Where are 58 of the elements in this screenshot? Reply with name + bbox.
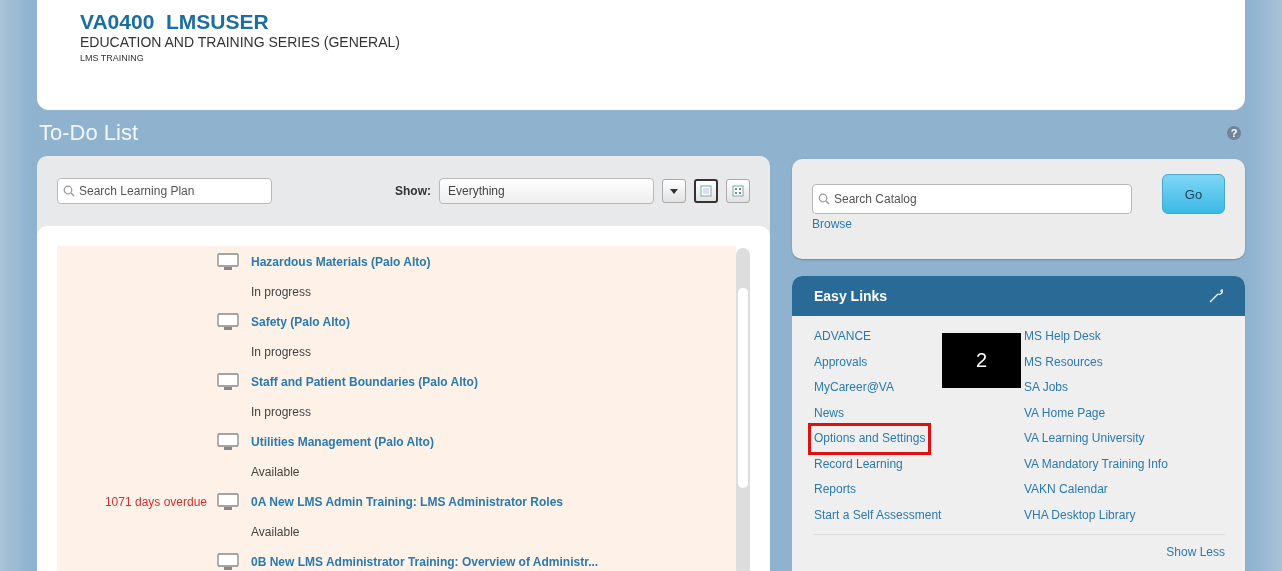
browse-link[interactable]: Browse — [812, 217, 852, 231]
search-icon — [818, 193, 830, 205]
easy-link[interactable]: VA Home Page — [1024, 400, 1106, 426]
course-status: In progress — [251, 285, 313, 299]
catalog-search-field[interactable]: Search Catalog — [812, 184, 1132, 214]
easy-link[interactable]: Approvals — [814, 349, 868, 375]
search-icon — [63, 185, 75, 197]
help-icon[interactable]: ? — [1227, 126, 1241, 140]
course-link[interactable]: Utilities Management (Palo Alto) — [251, 435, 736, 449]
caret-icon — [670, 188, 678, 194]
easy-link[interactable]: VA Mandatory Training Info — [1024, 451, 1168, 477]
user-title: VA0400 LMSUSER — [80, 10, 269, 34]
easy-link[interactable]: VAKN Calendar — [1024, 477, 1108, 503]
course-link[interactable]: Staff and Patient Boundaries (Palo Alto) — [251, 375, 736, 389]
department-caption: LMS TRAINING — [80, 52, 144, 65]
course-link[interactable]: 0B New LMS Administrator Training: Overview of Administr... — [251, 555, 736, 569]
course-status: In progress — [251, 345, 313, 359]
easy-link[interactable]: MS Resources — [1024, 349, 1103, 375]
easy-link[interactable]: VHA Desktop Library — [1024, 502, 1136, 528]
easy-link[interactable]: Reports — [814, 477, 857, 503]
course-status: Available — [251, 465, 301, 479]
show-label: Show: — [395, 184, 431, 198]
easy-link[interactable]: News — [814, 400, 844, 426]
easy-link[interactable]: Start a Self Assessment — [814, 502, 942, 528]
course-status: Available — [251, 525, 301, 539]
grid-view-button[interactable] — [726, 179, 750, 203]
course-link[interactable]: Hazardous Materials (Palo Alto) — [251, 255, 736, 269]
easy-link[interactable]: MyCareer@VA — [814, 375, 894, 401]
easy-links-title: Easy Links — [814, 288, 888, 304]
search-field[interactable]: Search Learning Plan — [57, 178, 272, 204]
easy-link[interactable]: VA Learning University — [1024, 426, 1145, 452]
monitor-icon — [217, 313, 239, 331]
monitor-icon — [217, 373, 239, 391]
monitor-icon — [217, 433, 239, 451]
list-icon — [700, 185, 712, 197]
overdue-label: 1071 days overdue — [104, 495, 207, 509]
list-view-button[interactable] — [694, 179, 718, 203]
show-select[interactable]: Everything — [439, 178, 654, 204]
course-status: In progress — [251, 405, 313, 419]
easy-link[interactable]: SA Jobs — [1024, 375, 1069, 401]
easy-link[interactable]: MS Help Desk — [1024, 324, 1101, 350]
easy-link[interactable]: ADVANCE — [814, 324, 872, 350]
monitor-icon — [217, 553, 239, 571]
wrench-icon[interactable] — [1209, 289, 1223, 303]
step-number-badge: 2 — [942, 333, 1021, 388]
job-series: EDUCATION AND TRAINING SERIES (GENERAL) — [80, 34, 400, 51]
go-button[interactable]: Go — [1162, 174, 1225, 214]
easy-link[interactable]: Record Learning — [814, 451, 903, 477]
show-less-link[interactable]: Show Less — [1166, 545, 1225, 559]
course-link[interactable]: 0A New LMS Admin Training: LMS Administrator Roles — [251, 495, 736, 509]
grid-icon — [732, 185, 744, 197]
scrollbar[interactable] — [736, 248, 750, 571]
section-title: To-Do List — [39, 120, 139, 146]
monitor-icon — [217, 253, 239, 271]
monitor-icon — [217, 493, 239, 511]
dropdown-button[interactable] — [662, 179, 686, 203]
easy-link[interactable]: Options and Settings — [814, 431, 926, 445]
course-link[interactable]: Safety (Palo Alto) — [251, 315, 736, 329]
